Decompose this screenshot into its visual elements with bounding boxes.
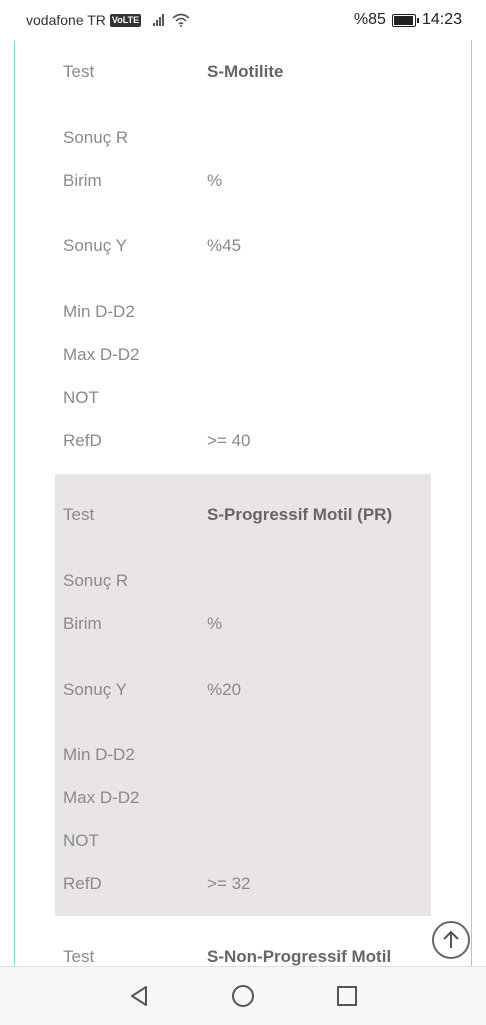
test-label: Test xyxy=(63,947,95,966)
battery-icon xyxy=(391,13,419,27)
sonuc-y-label: Sonuç Y xyxy=(63,236,127,255)
sonuc-r-label: Sonuç R xyxy=(63,571,129,590)
row-min: Min D-D2 xyxy=(55,745,431,769)
row-refd: RefD >= 40 xyxy=(55,431,431,455)
row-not: NOT xyxy=(55,388,431,412)
row-max: Max D-D2 xyxy=(55,788,431,812)
not-label: NOT xyxy=(63,388,99,407)
volte-badge: VoLTE xyxy=(109,13,142,27)
row-max: Max D-D2 xyxy=(55,345,431,369)
scroll-top-button[interactable] xyxy=(432,921,470,959)
test-name: S-Non-Progressif Motil xyxy=(207,947,392,966)
signal-icon xyxy=(153,14,165,26)
birim-value: % xyxy=(207,614,223,633)
sonuc-r-label: Sonuç R xyxy=(63,128,129,147)
test-block-2: Test S-Progressif Motil (PR) Sonuç R Bir… xyxy=(55,474,431,916)
row-sonuc-y: Sonuç Y %20 xyxy=(55,680,431,704)
min-label: Min D-D2 xyxy=(63,745,135,764)
row-test: Test S-Progressif Motil (PR) xyxy=(55,505,431,529)
row-not: NOT xyxy=(55,831,431,855)
row-refd: RefD >= 32 xyxy=(55,874,431,898)
birim-label: Birim xyxy=(63,171,102,190)
clock: 14:23 xyxy=(421,11,462,28)
birim-value: % xyxy=(207,171,223,190)
status-left: vodafone TR VoLTE xyxy=(26,12,190,28)
refd-value: >= 32 xyxy=(207,874,251,893)
max-label: Max D-D2 xyxy=(63,788,140,807)
battery-percent: %85 xyxy=(353,11,386,28)
back-icon[interactable] xyxy=(126,983,152,1009)
home-icon[interactable] xyxy=(230,983,256,1009)
recents-icon[interactable] xyxy=(334,983,360,1009)
arrow-up-icon xyxy=(443,930,459,948)
row-sonuc-r: Sonuç R xyxy=(55,571,431,595)
max-label: Max D-D2 xyxy=(63,345,140,364)
navigation-bar xyxy=(0,966,486,1025)
test-name: S-Progressif Motil (PR) xyxy=(207,505,393,524)
refd-label: RefD xyxy=(63,874,102,893)
test-label: Test xyxy=(63,62,95,81)
status-bar: vodafone TR VoLTE %85 14:23 xyxy=(0,0,486,40)
row-birim: Birim % xyxy=(55,171,431,195)
row-min: Min D-D2 xyxy=(55,302,431,326)
birim-label: Birim xyxy=(63,614,102,633)
row-test: Test S-Motilite xyxy=(55,62,431,86)
sonuc-y-label: Sonuç Y xyxy=(63,680,127,699)
test-label: Test xyxy=(63,505,95,524)
test-name: S-Motilite xyxy=(207,62,284,81)
results-panel[interactable]: Test S-Motilite Sonuç R Birim % Sonuç Y … xyxy=(14,40,472,966)
test-block-3: Test S-Non-Progressif Motil xyxy=(55,916,431,966)
sonuc-y-value: %45 xyxy=(207,236,242,255)
min-label: Min D-D2 xyxy=(63,302,135,321)
row-sonuc-y: Sonuç Y %45 xyxy=(55,236,431,260)
row-birim: Birim % xyxy=(55,614,431,638)
refd-label: RefD xyxy=(63,431,102,450)
refd-value: >= 40 xyxy=(207,431,251,450)
row-test: Test S-Non-Progressif Motil xyxy=(55,947,431,966)
not-label: NOT xyxy=(63,831,99,850)
sonuc-y-value: %20 xyxy=(207,680,242,699)
carrier-name: vodafone TR xyxy=(26,12,106,28)
status-right: %85 14:23 xyxy=(354,11,462,29)
wifi-icon xyxy=(172,13,190,27)
test-block-1: Test S-Motilite Sonuç R Birim % Sonuç Y … xyxy=(55,40,431,474)
row-sonuc-r: Sonuç R xyxy=(55,128,431,152)
